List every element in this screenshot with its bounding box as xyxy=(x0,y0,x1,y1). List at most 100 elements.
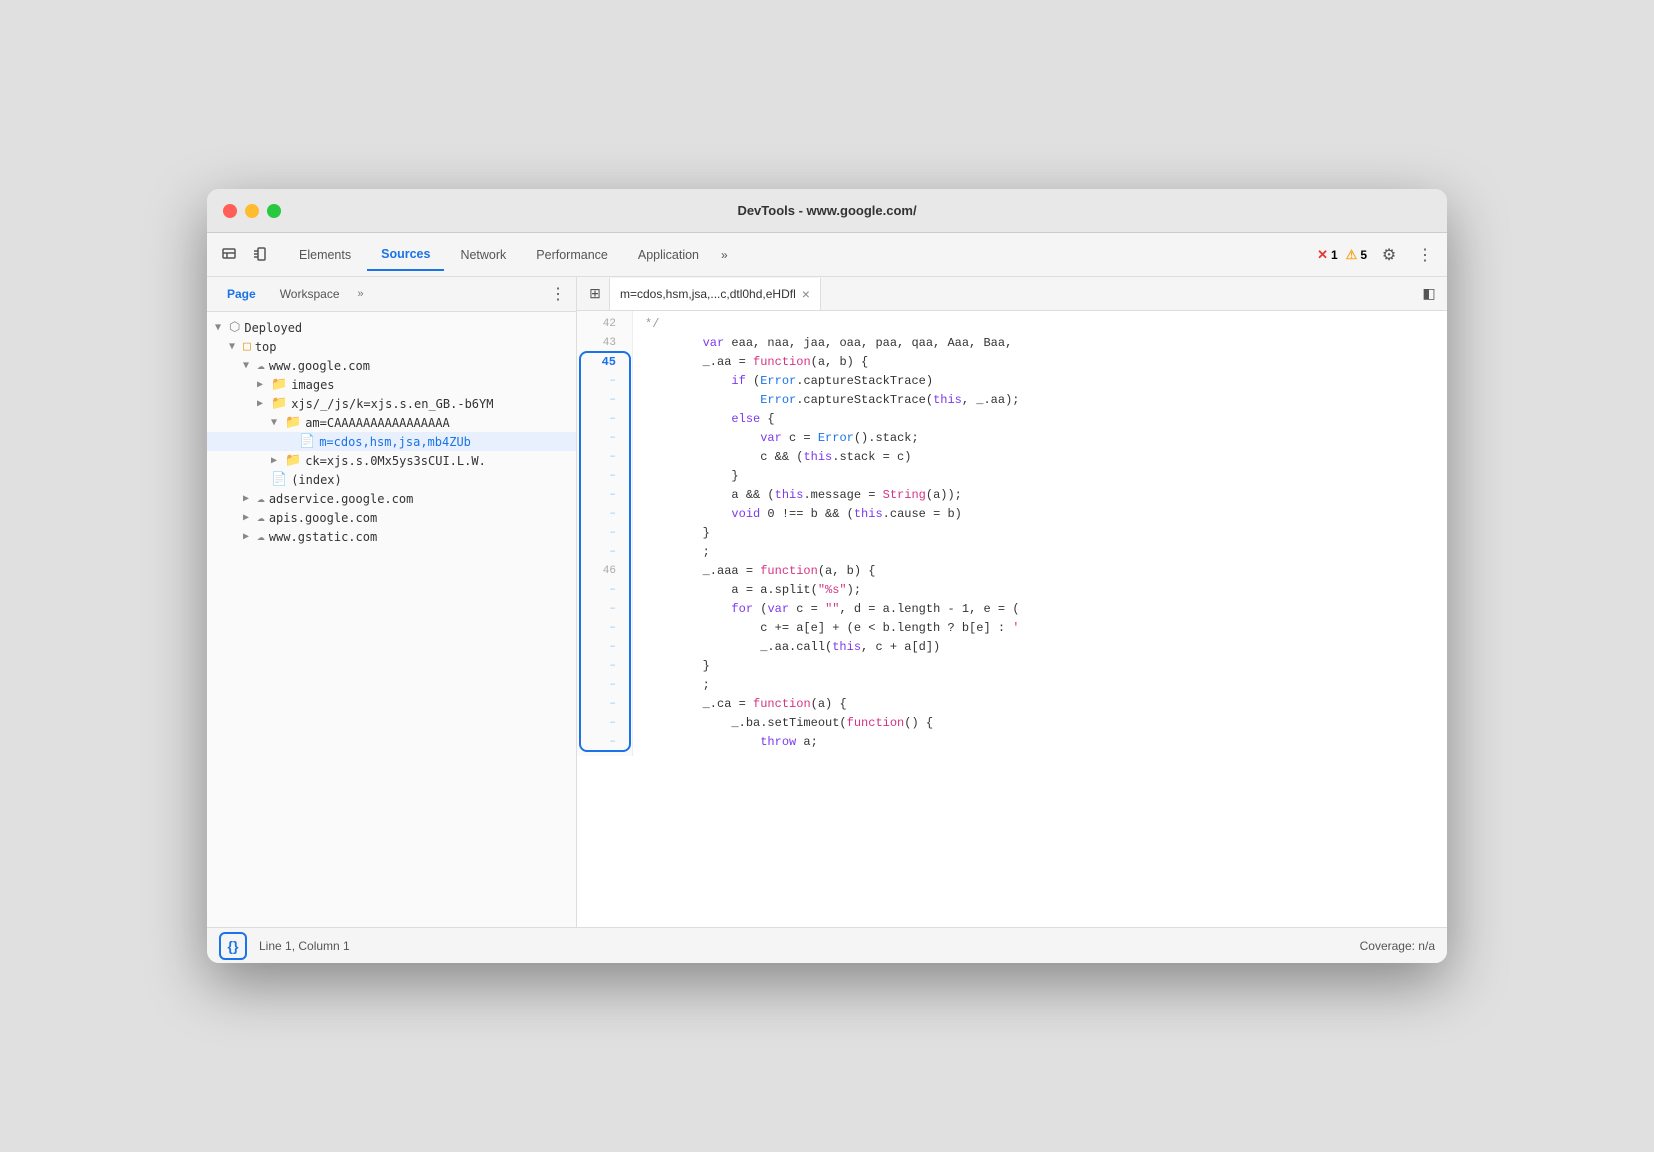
devtools-window: DevTools - www.google.com/ xyxy=(207,189,1447,963)
line-num-d3: – xyxy=(577,410,624,429)
line-num-d1: – xyxy=(577,372,624,391)
sidebar-more-tabs[interactable]: » xyxy=(358,288,364,300)
line-num-d2: – xyxy=(577,391,624,410)
device-icon[interactable] xyxy=(247,241,275,269)
code-line-d4: var c = Error().stack; xyxy=(645,429,1435,448)
line-num-d6: – xyxy=(577,467,624,486)
line-num-d16: – xyxy=(577,676,624,695)
tree-item-deployed[interactable]: ▼ ⬡ Deployed xyxy=(207,318,576,337)
tree-item-am[interactable]: ▼ 📁 am=CAAAAAAAAAAAAAAAA xyxy=(207,413,576,432)
line-num-d11: – xyxy=(577,581,624,600)
code-line-d8: void 0 !== b && (this.cause = b) xyxy=(645,505,1435,524)
sidebar-tabs: Page Workspace » ⋮ xyxy=(207,277,576,312)
code-line-d10: ; xyxy=(645,543,1435,562)
tree-item-top[interactable]: ▼ □ top xyxy=(207,337,576,356)
line-num-d8: – xyxy=(577,505,624,524)
collapse-sidebar-button[interactable]: ◧ xyxy=(1415,280,1443,308)
tabbar-right: ✕ 1 ⚠ 5 ⚙ ⋮ xyxy=(1317,241,1439,269)
warning-count: ⚠ 5 xyxy=(1346,247,1367,263)
code-line-46: _.aaa = function(a, b) { xyxy=(645,562,1435,581)
code-line-d16: ; xyxy=(645,676,1435,695)
line-num-d12: – xyxy=(577,600,624,619)
line-num-d10: – xyxy=(577,543,624,562)
line-number-column: 42 43 45 – – – – – – – – – – 46 xyxy=(577,311,633,756)
close-button[interactable] xyxy=(223,204,237,218)
line-num-d9: – xyxy=(577,524,624,543)
line-num-d7: – xyxy=(577,486,624,505)
line-num-45: 45 xyxy=(577,353,624,372)
line-num-d5: – xyxy=(577,448,624,467)
line-num-d4: – xyxy=(577,429,624,448)
code-line-d7: a && (this.message = String(a)); xyxy=(645,486,1435,505)
code-content: 42 43 45 – – – – – – – – – – 46 xyxy=(577,311,1447,927)
tree-item-google[interactable]: ▼ ☁ www.google.com xyxy=(207,356,576,375)
more-tabs-button[interactable]: » xyxy=(715,244,734,266)
minimize-button[interactable] xyxy=(245,204,259,218)
tab-performance[interactable]: Performance xyxy=(522,239,622,271)
code-line-43: var eaa, naa, jaa, oaa, paa, qaa, Aaa, B… xyxy=(645,334,1435,353)
code-line-d19: throw a; xyxy=(645,733,1435,752)
window-title: DevTools - www.google.com/ xyxy=(737,203,916,218)
line-num-42: 42 xyxy=(577,315,624,334)
line-num-43: 43 xyxy=(577,334,624,353)
tree-item-xjs[interactable]: ▶ 📁 xjs/_/js/k=xjs.s.en_GB.-b6YM xyxy=(207,394,576,413)
tab-sources[interactable]: Sources xyxy=(367,239,444,271)
code-text[interactable]: */ var eaa, naa, jaa, oaa, paa, qaa, Aaa… xyxy=(633,311,1447,927)
more-options-button[interactable]: ⋮ xyxy=(1411,241,1439,269)
tabbar-left-icons xyxy=(215,241,275,269)
error-count: ✕ 1 xyxy=(1317,247,1338,263)
code-line-d3: else { xyxy=(645,410,1435,429)
cursor-position: Line 1, Column 1 xyxy=(259,939,350,953)
line-num-d17: – xyxy=(577,695,624,714)
editor-tab-right: ◧ xyxy=(1415,280,1443,308)
settings-button[interactable]: ⚙ xyxy=(1375,241,1403,269)
tree-item-images[interactable]: ▶ 📁 images xyxy=(207,375,576,394)
code-line-d9: } xyxy=(645,524,1435,543)
code-line-d17: _.ca = function(a) { xyxy=(645,695,1435,714)
code-line-d11: a = a.split("%s"); xyxy=(645,581,1435,600)
line-num-d18: – xyxy=(577,714,624,733)
close-tab-button[interactable]: × xyxy=(802,286,810,302)
code-line-45: _.aa = function(a, b) { xyxy=(645,353,1435,372)
coverage-label: Coverage: n/a xyxy=(1360,939,1435,953)
main-content: Page Workspace » ⋮ ▼ ⬡ Deployed ▼ □ xyxy=(207,277,1447,927)
line-numbers: 42 43 45 – – – – – – – – – – 46 xyxy=(577,311,633,927)
line-num-46: 46 xyxy=(577,562,624,581)
code-line-42: */ xyxy=(645,315,1435,334)
editor-tabbar: ⊞ m=cdos,hsm,jsa,...c,dtl0hd,eHDfl × ◧ xyxy=(577,277,1447,311)
open-file-button[interactable]: ⊞ xyxy=(581,280,609,308)
code-line-d1: if (Error.captureStackTrace) xyxy=(645,372,1435,391)
tree-item-index[interactable]: 📄 (index) xyxy=(207,470,576,489)
tree-item-active-file[interactable]: 📄 m=cdos,hsm,jsa,mb4ZUb xyxy=(207,432,576,451)
format-button[interactable]: {} xyxy=(219,932,247,960)
code-editor: ⊞ m=cdos,hsm,jsa,...c,dtl0hd,eHDfl × ◧ 4… xyxy=(577,277,1447,927)
code-line-d18: _.ba.setTimeout(function() { xyxy=(645,714,1435,733)
sidebar-menu-button[interactable]: ⋮ xyxy=(550,284,566,304)
code-line-d12: for (var c = "", d = a.length - 1, e = ( xyxy=(645,600,1435,619)
statusbar: {} Line 1, Column 1 Coverage: n/a xyxy=(207,927,1447,963)
tree-item-apis[interactable]: ▶ ☁ apis.google.com xyxy=(207,508,576,527)
tab-elements[interactable]: Elements xyxy=(285,239,365,271)
window-controls xyxy=(223,204,281,218)
tab-workspace[interactable]: Workspace xyxy=(270,283,350,305)
tree-item-adservice[interactable]: ▶ ☁ adservice.google.com xyxy=(207,489,576,508)
code-line-d5: c && (this.stack = c) xyxy=(645,448,1435,467)
devtools-tabbar: Elements Sources Network Performance App… xyxy=(207,233,1447,277)
line-num-d13: – xyxy=(577,619,624,638)
tree-item-ck[interactable]: ▶ 📁 ck=xjs.s.0Mx5ys3sCUI.L.W. xyxy=(207,451,576,470)
code-line-d13: c += a[e] + (e < b.length ? b[e] : ' xyxy=(645,619,1435,638)
tab-page[interactable]: Page xyxy=(217,283,266,305)
maximize-button[interactable] xyxy=(267,204,281,218)
code-line-d15: } xyxy=(645,657,1435,676)
line-num-d19: – xyxy=(577,733,624,752)
code-line-d2: Error.captureStackTrace(this, _.aa); xyxy=(645,391,1435,410)
code-line-d14: _.aa.call(this, c + a[d]) xyxy=(645,638,1435,657)
tree-item-gstatic[interactable]: ▶ ☁ www.gstatic.com xyxy=(207,527,576,546)
tab-network[interactable]: Network xyxy=(446,239,520,271)
code-line-d6: } xyxy=(645,467,1435,486)
tab-application[interactable]: Application xyxy=(624,239,713,271)
open-file-tab[interactable]: m=cdos,hsm,jsa,...c,dtl0hd,eHDfl × xyxy=(609,278,821,310)
inspect-icon[interactable] xyxy=(215,241,243,269)
sidebar: Page Workspace » ⋮ ▼ ⬡ Deployed ▼ □ xyxy=(207,277,577,927)
file-tree: ▼ ⬡ Deployed ▼ □ top ▼ ☁ www.google.com xyxy=(207,312,576,927)
